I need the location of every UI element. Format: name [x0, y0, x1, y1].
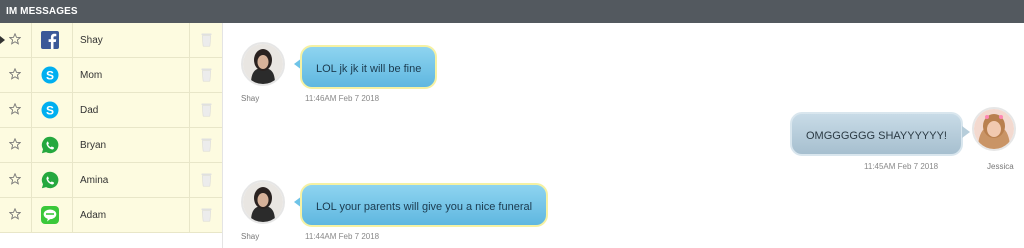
message-bubble[interactable]: OMGGGGGG SHAYYYYYY! [790, 112, 963, 156]
star-icon[interactable] [9, 103, 21, 115]
app-cell [31, 128, 73, 162]
facebook-icon [41, 31, 59, 49]
app-header: IM MESSAGES [0, 0, 1024, 23]
contact-name: Mom [80, 70, 103, 81]
trash-icon[interactable] [201, 172, 212, 187]
star-icon[interactable] [9, 138, 21, 150]
trash-icon[interactable] [201, 32, 212, 47]
selected-arrow-icon [0, 36, 5, 44]
contact-name: Dad [80, 105, 99, 116]
star-cell[interactable] [0, 198, 32, 232]
trash-icon[interactable] [201, 207, 212, 222]
star-cell[interactable] [0, 163, 32, 197]
whatsapp-icon [41, 171, 59, 189]
message-bubble[interactable]: LOL jk jk it will be fine [300, 45, 438, 89]
star-cell[interactable] [0, 128, 32, 162]
contact-row-amina[interactable]: Amina [0, 163, 222, 198]
star-cell[interactable] [0, 23, 32, 57]
avatar-shay-icon [243, 44, 283, 84]
contact-name-cell: Bryan [72, 128, 190, 162]
svg-text:S: S [46, 68, 54, 82]
star-icon[interactable] [9, 173, 21, 185]
app-cell: S [31, 93, 73, 127]
contact-name: Shay [80, 35, 103, 46]
contact-row-adam[interactable]: Adam [0, 198, 222, 233]
message-timestamp: 11:46AM Feb 7 2018 [305, 94, 380, 103]
contact-name-cell: Dad [72, 93, 190, 127]
contact-name-cell: Shay [72, 23, 190, 57]
star-cell[interactable] [0, 93, 32, 127]
message-timestamp: 11:44AM Feb 7 2018 [305, 232, 380, 241]
line-icon [41, 206, 59, 224]
message-sender: Jessica [987, 162, 1014, 171]
contact-row-bryan[interactable]: Bryan [0, 128, 222, 163]
avatar [241, 42, 285, 86]
contact-name-cell: Mom [72, 58, 190, 92]
message-timestamp: 11:45AM Feb 7 2018 [864, 162, 939, 171]
message-sender: Shay [241, 232, 260, 241]
trash-cell[interactable] [189, 93, 222, 127]
contact-name-cell: Amina [72, 163, 190, 197]
bubble-tail [962, 126, 970, 138]
trash-cell[interactable] [189, 163, 222, 197]
star-icon[interactable] [9, 33, 21, 45]
trash-icon[interactable] [201, 137, 212, 152]
star-cell[interactable] [0, 58, 32, 92]
skype-icon: S [41, 66, 59, 84]
contact-name: Adam [80, 210, 107, 221]
whatsapp-icon [41, 136, 59, 154]
message-bubble[interactable]: LOL your parents will give you a nice fu… [300, 183, 549, 227]
contact-row-dad[interactable]: S Dad [0, 93, 222, 128]
contact-name: Amina [80, 175, 109, 186]
trash-icon[interactable] [201, 67, 212, 82]
trash-cell[interactable] [189, 198, 222, 232]
header-title: IM MESSAGES [6, 6, 78, 17]
app-cell [31, 23, 73, 57]
trash-cell[interactable] [189, 23, 222, 57]
star-icon[interactable] [9, 208, 21, 220]
svg-text:S: S [46, 103, 54, 117]
star-icon[interactable] [9, 68, 21, 80]
app-cell: S [31, 58, 73, 92]
avatar [972, 107, 1016, 151]
skype-icon: S [41, 101, 59, 119]
message-sender: Shay [241, 94, 260, 103]
contact-name-cell: Adam [72, 198, 190, 232]
avatar-jessica-icon [974, 109, 1014, 149]
contact-name: Bryan [80, 140, 107, 151]
trash-cell[interactable] [189, 128, 222, 162]
avatar [241, 180, 285, 224]
trash-icon[interactable] [201, 102, 212, 117]
app-cell [31, 163, 73, 197]
trash-cell[interactable] [189, 58, 222, 92]
avatar-shay-icon [243, 182, 283, 222]
app-cell [31, 198, 73, 232]
contact-list: Shay S Mom S Dad Bryan Amina Adam [0, 23, 223, 248]
contact-row-shay[interactable]: Shay [0, 23, 222, 58]
contact-row-mom[interactable]: S Mom [0, 58, 222, 93]
